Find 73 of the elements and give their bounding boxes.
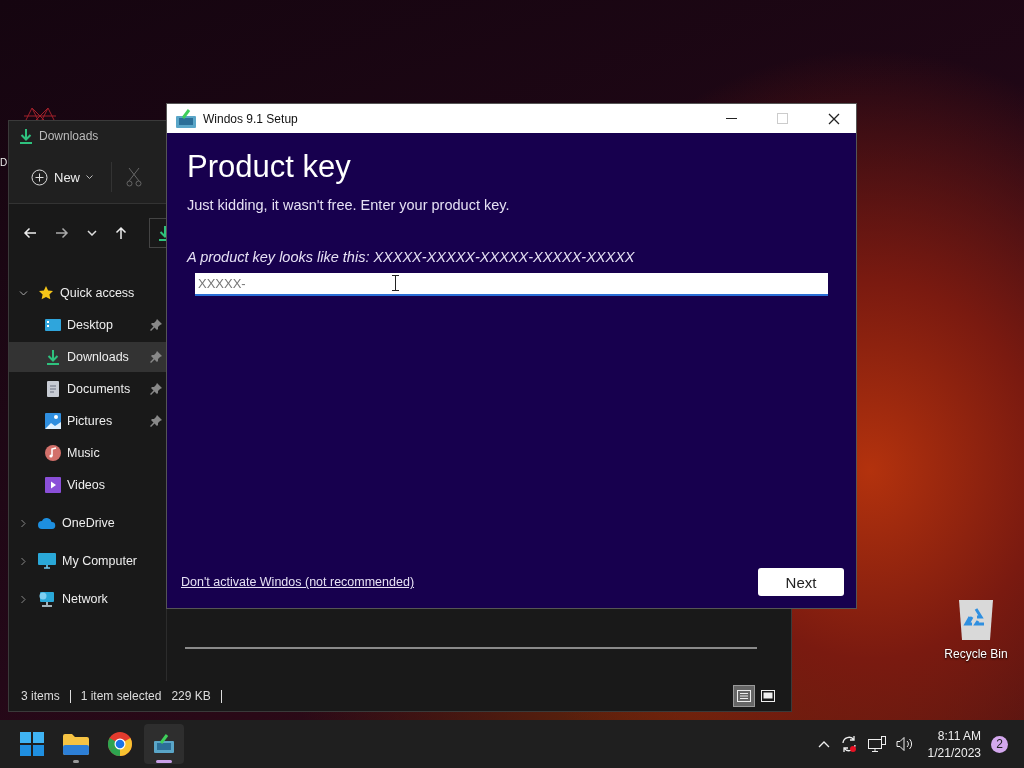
window-title: Windos 9.1 Setup (203, 111, 298, 126)
nav-label: My Computer (62, 554, 138, 568)
forward-icon[interactable] (55, 227, 69, 239)
sync-icon[interactable] (839, 735, 858, 753)
nav-item[interactable]: My Computer (9, 546, 166, 576)
nav-label: Videos (67, 478, 106, 492)
desktop-icon-label: D (0, 157, 8, 169)
cloud-icon (38, 517, 56, 529)
nav-label: Downloads (67, 350, 130, 364)
chevron-down-icon[interactable] (87, 230, 97, 236)
installer-icon (175, 108, 197, 129)
nav-item[interactable]: Downloads (9, 342, 166, 372)
clock-time[interactable]: 8:11 AM (937, 728, 981, 743)
nav-item[interactable]: Desktop (9, 310, 166, 340)
nav-item[interactable]: Music (9, 438, 166, 468)
next-button[interactable]: Next (758, 568, 844, 596)
desktop-icon-label[interactable]: Recycle Bin (944, 647, 1008, 661)
nav-label: Desktop (67, 318, 114, 332)
video-icon (45, 477, 61, 493)
nav-label: Network (62, 592, 108, 606)
music-icon (45, 445, 61, 461)
desktop-folder-icon (45, 318, 61, 332)
scrollbar[interactable] (185, 647, 757, 649)
maximize-icon (777, 113, 788, 124)
status-text: 229 KB (171, 689, 211, 703)
monitor-icon (38, 553, 56, 569)
nav-item[interactable]: Videos (9, 470, 166, 500)
picture-icon (45, 413, 61, 429)
status-text: 3 items (21, 689, 60, 703)
list-icon (737, 690, 751, 702)
volume-icon[interactable] (895, 736, 914, 752)
caret-icon (86, 174, 93, 180)
folder-icon (63, 733, 89, 755)
status-text: 1 item selected (80, 689, 162, 703)
chevron-up-icon[interactable] (817, 740, 830, 748)
download-icon (19, 128, 33, 144)
window-title: Downloads (39, 129, 99, 143)
skip-activation-link[interactable]: Don't activate Windos (not recommended) (181, 575, 415, 589)
product-key-field[interactable]: XXXXX- (195, 273, 828, 296)
network-icon[interactable] (867, 736, 886, 752)
up-arrow-icon[interactable] (115, 226, 127, 240)
installer-icon (153, 734, 175, 754)
subtitle-text: Just kidding, it wasn't free. Enter your product key. (187, 197, 511, 213)
nav-label: Pictures (67, 414, 114, 428)
close-icon (827, 112, 840, 125)
clock-date[interactable]: 1/21/2023 (927, 745, 981, 760)
hint-text: A product key looks like this: XXXXX-XXXXX-XXXXX-XXXXX-XXXXX (187, 249, 636, 265)
page-heading: Product key (187, 149, 352, 185)
start-icon (20, 732, 44, 756)
nav-label: Documents (67, 382, 132, 396)
nav-label: Quick access (60, 286, 135, 300)
notification-badge[interactable]: 2 (991, 735, 1008, 753)
nav-item[interactable]: Quick access (9, 278, 166, 308)
download-icon (46, 349, 60, 365)
recycle-bin-icon[interactable] (957, 597, 995, 641)
back-icon[interactable] (23, 227, 37, 239)
nav-item[interactable]: Network (9, 584, 166, 614)
nav-item[interactable]: Documents (9, 374, 166, 404)
nav-label: Music (67, 446, 101, 460)
document-icon (47, 381, 59, 397)
plus-circle-icon (31, 168, 48, 186)
tiles-icon (761, 690, 775, 702)
nav-item[interactable]: Pictures (9, 406, 166, 436)
text-cursor-icon (392, 275, 399, 291)
taskbar-app-button[interactable] (144, 724, 184, 764)
details-view-button[interactable] (733, 685, 755, 707)
network-icon (38, 591, 56, 607)
star-icon (38, 285, 54, 301)
minimize-icon (726, 118, 737, 119)
nav-label: OneDrive (62, 516, 115, 530)
nav-item[interactable]: OneDrive (9, 508, 166, 538)
new-button[interactable]: New (27, 164, 97, 190)
browser-icon (108, 732, 132, 756)
